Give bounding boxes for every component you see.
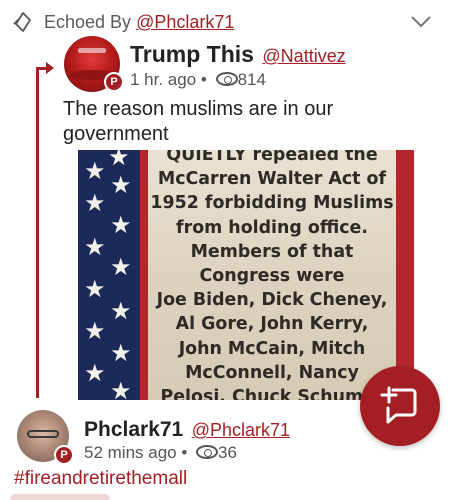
avatar-glasses xyxy=(27,430,59,438)
compose-button[interactable] xyxy=(360,366,440,446)
reply-author: Phclark71 @Phclark71 xyxy=(84,418,290,442)
star-icon: ★ xyxy=(108,150,130,171)
echo-user-link[interactable]: @Phclark71 xyxy=(136,12,234,32)
star-icon: ★ xyxy=(110,378,132,401)
star-icon: ★ xyxy=(110,212,132,239)
meta-separator: • xyxy=(181,443,188,462)
thread-arrow-icon xyxy=(46,62,54,74)
star-icon: ★ xyxy=(84,318,106,345)
flag-stripe xyxy=(140,150,148,400)
author-name[interactable]: Trump This xyxy=(130,41,254,67)
flag-stars-field: ★ ★ ★ ★ ★ ★ ★ ★ ★ ★ ★ ★ ★ xyxy=(78,150,140,400)
eye-icon xyxy=(215,72,238,86)
post-time: 1 hr. ago xyxy=(130,70,197,89)
author-handle[interactable]: @Phclark71 xyxy=(192,420,290,440)
flag-stripe-right xyxy=(396,150,414,400)
echo-header: Echoed By @Phclark71 xyxy=(0,0,452,44)
compose-icon xyxy=(380,386,417,424)
avatar-hat-detail xyxy=(78,48,106,53)
thread-line xyxy=(36,68,39,398)
view-count: 814 xyxy=(237,70,266,89)
eye-icon xyxy=(196,445,219,459)
star-icon: ★ xyxy=(84,234,106,261)
star-icon: ★ xyxy=(84,158,106,185)
echo-icon xyxy=(13,12,31,32)
star-icon: ★ xyxy=(110,172,132,199)
author-name[interactable]: Phclark71 xyxy=(84,418,183,441)
meta-separator: • xyxy=(200,70,207,89)
hashtag-link[interactable]: #fireandretirethemall xyxy=(14,468,187,490)
echo-label-text: Echoed By xyxy=(44,12,137,32)
echo-label: Echoed By @Phclark71 xyxy=(44,12,234,33)
reply-meta: 52 mins ago • 36 xyxy=(84,443,237,463)
parler-badge-icon: P xyxy=(54,445,74,465)
post-meta: 1 hr. ago • 814 xyxy=(130,70,266,90)
star-icon: ★ xyxy=(84,360,106,387)
post-body: The reason muslims are in our government xyxy=(63,98,334,145)
star-icon: ★ xyxy=(110,340,132,367)
star-icon: ★ xyxy=(84,276,106,303)
star-icon: ★ xyxy=(110,254,132,281)
author-handle[interactable]: @Nattivez xyxy=(262,46,345,66)
post-image[interactable]: ★ ★ ★ ★ ★ ★ ★ ★ ★ ★ ★ ★ ★ QUIETLY repeal… xyxy=(78,150,414,400)
star-icon: ★ xyxy=(110,298,132,325)
meme-paper: QUIETLY repealed the McCarren Walter Act… xyxy=(148,150,396,400)
star-icon: ★ xyxy=(84,190,106,217)
meme-text: QUIETLY repealed the McCarren Walter Act… xyxy=(150,150,394,400)
post-author: Trump This @Nattivez xyxy=(130,41,346,68)
view-count: 36 xyxy=(218,443,237,462)
chevron-down-icon[interactable] xyxy=(410,14,432,30)
parler-badge-icon: P xyxy=(104,72,124,92)
bottom-pill xyxy=(10,494,110,500)
post-time: 52 mins ago xyxy=(84,443,177,462)
